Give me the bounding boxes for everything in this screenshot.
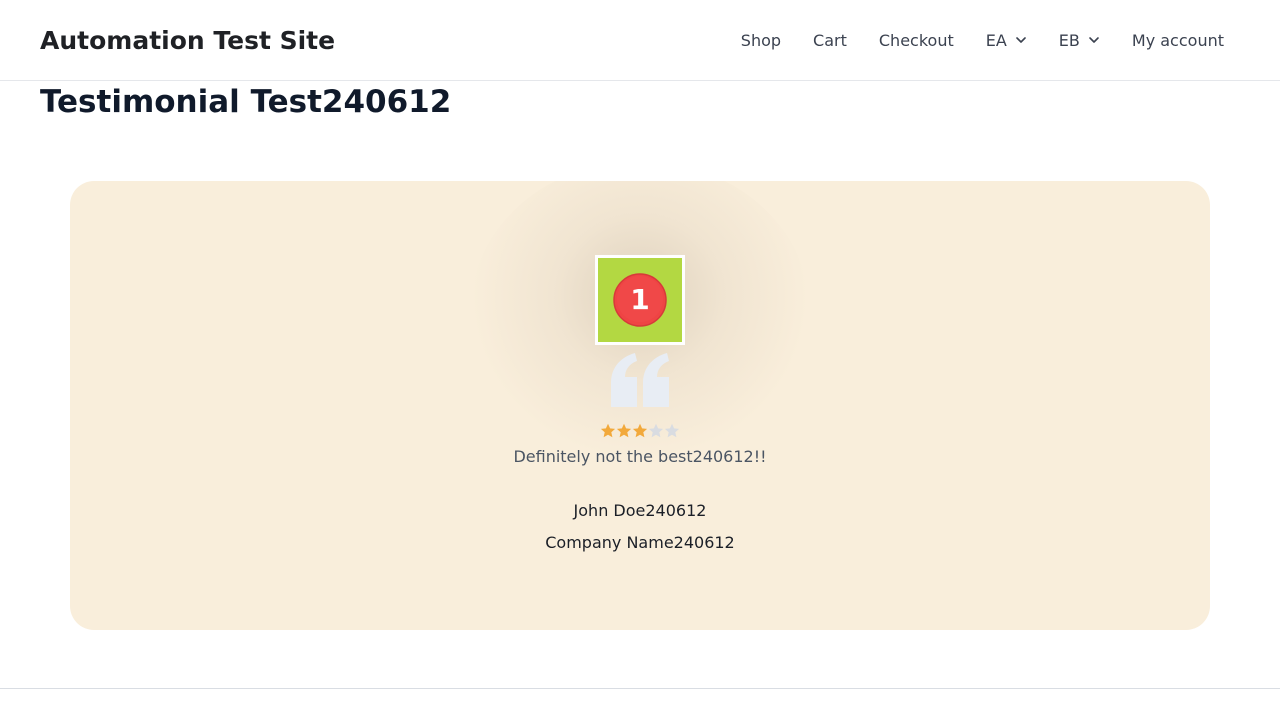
nav-item-label: Checkout: [878, 30, 954, 50]
nav-item-ea[interactable]: EA: [970, 31, 1043, 50]
chevron-down-icon[interactable]: [1088, 34, 1100, 46]
nav-item-label: EB: [1058, 30, 1080, 50]
page-title: Testimonial Test240612: [40, 84, 452, 120]
star-rating: [600, 423, 680, 441]
testimonial-text: Definitely not the best240612!!: [513, 447, 767, 466]
star-filled-icon: [616, 423, 632, 438]
testimonial-card: 1 Definitely not the best240612!! John D…: [70, 181, 1210, 630]
nav-item-eb[interactable]: EB: [1043, 31, 1116, 50]
number-one-badge-icon: 1: [613, 273, 667, 327]
footer-divider: [0, 688, 1280, 689]
avatar: 1: [595, 255, 685, 345]
nav-item-cart[interactable]: Cart: [797, 31, 863, 50]
nav-item-my-account[interactable]: My account: [1116, 31, 1240, 50]
star-empty-icon: [648, 423, 664, 438]
chevron-down-icon[interactable]: [1015, 34, 1027, 46]
star-empty-icon: [664, 423, 680, 438]
nav-item-checkout[interactable]: Checkout: [863, 31, 970, 50]
badge-number: 1: [630, 283, 649, 316]
main-navigation: Shop Cart Checkout EA EB My account: [725, 0, 1240, 80]
site-title-link[interactable]: Automation Test Site: [40, 24, 335, 58]
nav-item-label: EA: [985, 30, 1007, 50]
site-header: Automation Test Site Shop Cart Checkout …: [0, 0, 1280, 81]
nav-item-label: My account: [1131, 30, 1224, 50]
nav-item-shop[interactable]: Shop: [725, 31, 797, 50]
author-company: Company Name240612: [545, 533, 735, 552]
star-filled-icon: [632, 423, 648, 438]
quote-icon: [611, 353, 669, 407]
star-filled-icon: [600, 423, 616, 438]
nav-item-label: Cart: [813, 30, 847, 50]
author-name: John Doe240612: [573, 501, 707, 520]
nav-item-label: Shop: [740, 30, 782, 50]
